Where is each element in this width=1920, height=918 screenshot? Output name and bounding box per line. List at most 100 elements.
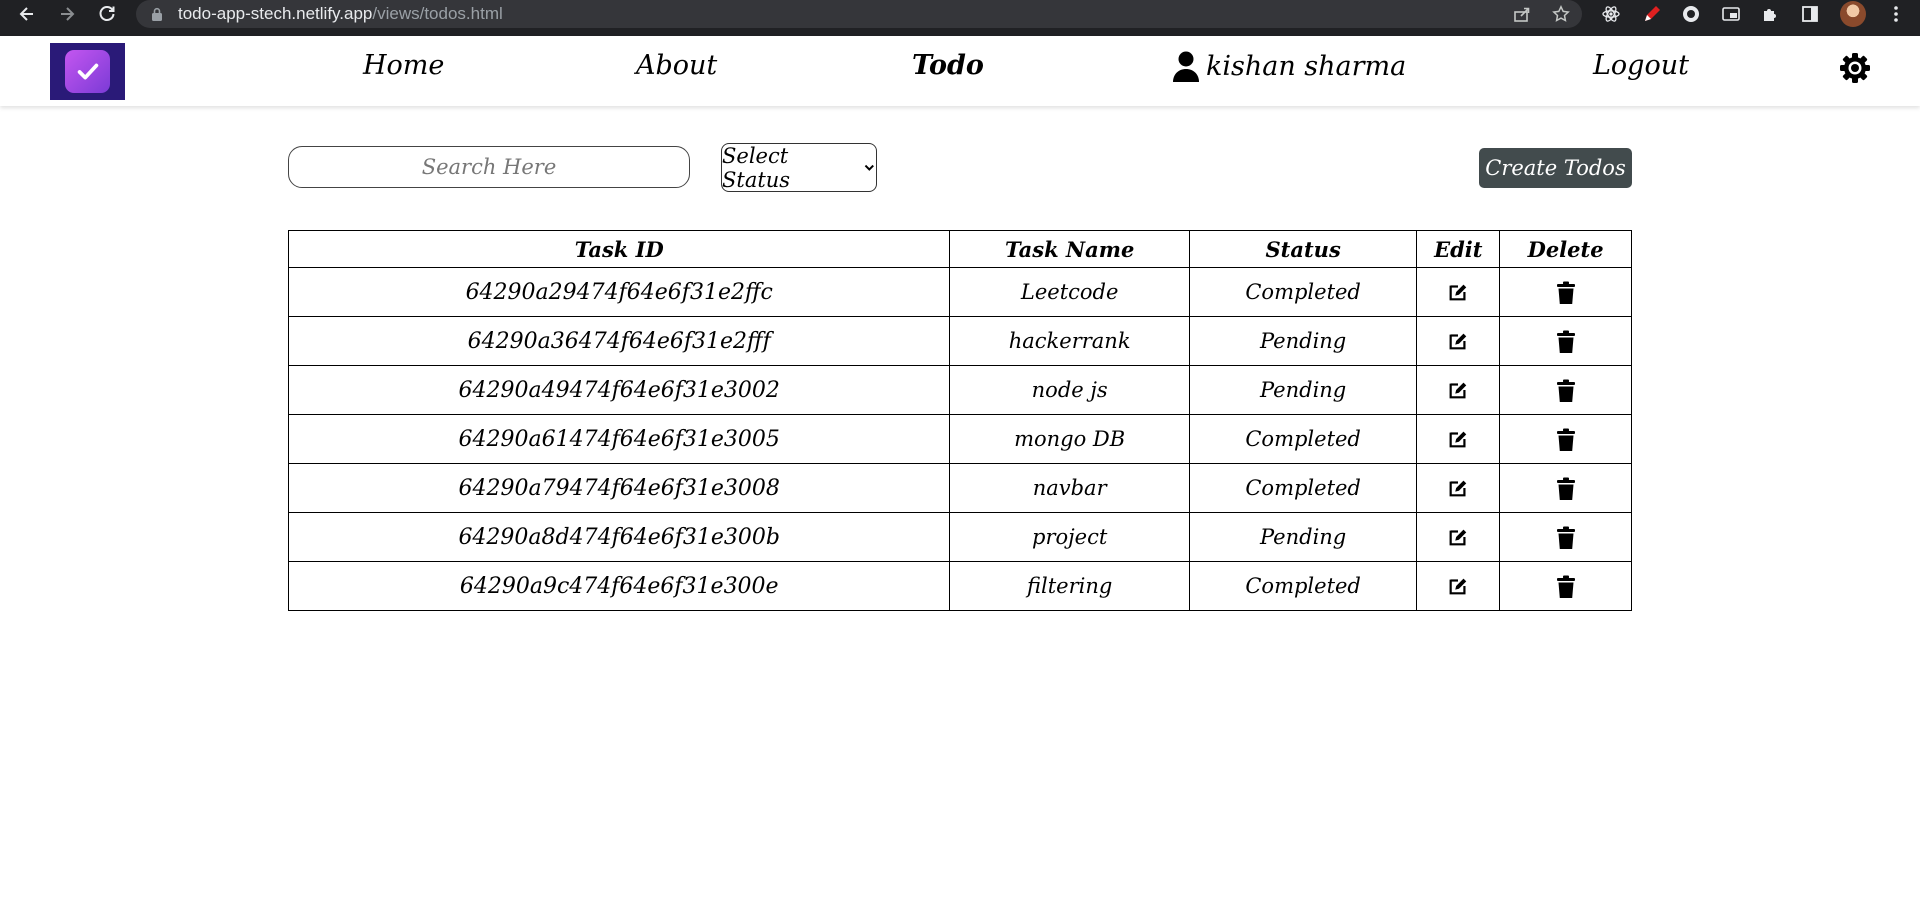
url-host: todo-app-stech.netlify.app (178, 4, 373, 23)
todos-table: Task ID Task Name Status Edit Delete 642… (287, 230, 1632, 611)
task-name-cell: project (949, 512, 1190, 562)
react-devtools-extension-icon[interactable] (1601, 4, 1621, 24)
status-select[interactable]: Select Status (721, 143, 877, 192)
app-logo[interactable] (50, 43, 125, 100)
bookmark-star-icon[interactable] (1552, 5, 1570, 23)
table-row: 64290a61474f64e6f31e3005 mongo DB Complete… (287, 414, 1632, 464)
task-name-cell: mongo DB (949, 414, 1190, 464)
edit-cell (1416, 512, 1501, 562)
edit-cell (1416, 365, 1501, 415)
forward-button[interactable] (53, 0, 81, 28)
theme-toggle-gear-icon[interactable] (1839, 52, 1871, 84)
task-id-cell: 64290a36474f64e6f31e2fff (287, 316, 951, 366)
task-name-cell: filtering (949, 561, 1190, 611)
browser-toolbar: todo-app-stech.netlify.app/views/todos.h… (0, 0, 1920, 36)
reload-icon (99, 6, 115, 21)
edit-cell (1416, 463, 1501, 513)
header-edit: Edit (1416, 230, 1501, 268)
trash-icon[interactable] (1555, 575, 1577, 599)
reload-button[interactable] (93, 0, 121, 28)
trash-icon[interactable] (1555, 379, 1577, 403)
create-todos-button[interactable]: Create Todos (1479, 148, 1632, 188)
trash-icon[interactable] (1555, 526, 1577, 550)
task-name-cell: node js (949, 365, 1190, 415)
table-row: 64290a79474f64e6f31e3008 navbar Completed (287, 463, 1632, 513)
picture-in-picture-icon[interactable] (1721, 4, 1741, 24)
edit-cell (1416, 316, 1501, 366)
table-row: 64290a49474f64e6f31e3002 node js Pending (287, 365, 1632, 415)
trash-icon[interactable] (1555, 281, 1577, 305)
task-name-cell: navbar (949, 463, 1190, 513)
back-button[interactable] (13, 0, 41, 28)
task-id-cell: 64290a79474f64e6f31e3008 (287, 463, 951, 513)
nav-logout-link[interactable]: Logout (1593, 50, 1689, 81)
edit-cell (1416, 267, 1501, 317)
lock-icon (152, 7, 162, 21)
edit-icon[interactable] (1447, 281, 1469, 305)
url-path: /views/todos.html (372, 4, 503, 23)
delete-cell (1499, 414, 1632, 464)
edit-icon[interactable] (1447, 428, 1469, 452)
delete-cell (1499, 561, 1632, 611)
status-select-label: Select Status (722, 143, 791, 192)
edit-cell (1416, 561, 1501, 611)
table-row: 64290a36474f64e6f31e2fff hackerrank Pendin… (287, 316, 1632, 366)
user-icon (1173, 51, 1199, 82)
app-navbar: Home About Todo kishan sharma Logout (0, 36, 1920, 106)
trash-icon[interactable] (1555, 477, 1577, 501)
nav-home-link[interactable]: Home (363, 50, 444, 81)
table-row: 64290a8d474f64e6f31e300b project Pending (287, 512, 1632, 562)
table-row: 64290a9c474f64e6f31e300e filtering Complet… (287, 561, 1632, 611)
edit-icon[interactable] (1447, 477, 1469, 501)
trash-icon[interactable] (1555, 428, 1577, 452)
chevron-down-icon (865, 164, 875, 171)
arrow-right-icon (61, 7, 75, 21)
pen-extension-icon[interactable] (1641, 4, 1661, 24)
url-text: todo-app-stech.netlify.app/views/todos.h… (178, 4, 503, 24)
edit-icon[interactable] (1447, 379, 1469, 403)
table-row: 64290a29474f64e6f31e2ffc Leetcode Complete… (287, 267, 1632, 317)
task-status-cell: Completed (1188, 267, 1418, 317)
checkmark-logo-icon (65, 50, 110, 93)
kebab-menu-icon[interactable] (1886, 4, 1906, 24)
side-panel-icon[interactable] (1800, 4, 1820, 24)
extensions-puzzle-icon[interactable] (1761, 4, 1781, 24)
task-status-cell: Pending (1188, 365, 1418, 415)
task-status-cell: Completed (1188, 561, 1418, 611)
task-name-cell: hackerrank (949, 316, 1190, 366)
edit-icon[interactable] (1447, 575, 1469, 599)
task-id-cell: 64290a9c474f64e6f31e300e (287, 561, 951, 611)
task-id-cell: 64290a49474f64e6f31e3002 (287, 365, 951, 415)
delete-cell (1499, 267, 1632, 317)
search-input[interactable] (288, 146, 690, 188)
task-id-cell: 64290a29474f64e6f31e2ffc (287, 267, 951, 317)
task-status-cell: Pending (1188, 316, 1418, 366)
header-delete: Delete (1499, 230, 1632, 268)
delete-cell (1499, 463, 1632, 513)
nav-todo-link[interactable]: Todo (912, 50, 984, 81)
circle-extension-icon[interactable] (1681, 4, 1701, 24)
share-icon[interactable] (1513, 5, 1531, 23)
trash-icon[interactable] (1555, 330, 1577, 354)
profile-avatar[interactable] (1840, 1, 1866, 27)
delete-cell (1499, 365, 1632, 415)
header-status: Status (1188, 230, 1418, 268)
header-task-id: Task ID (287, 230, 951, 268)
task-id-cell: 64290a61474f64e6f31e3005 (287, 414, 951, 464)
task-name-cell: Leetcode (949, 267, 1190, 317)
header-task-name: Task Name (949, 230, 1190, 268)
task-status-cell: Completed (1188, 463, 1418, 513)
nav-user-link[interactable]: kishan sharma (1172, 50, 1406, 82)
edit-cell (1416, 414, 1501, 464)
nav-about-link[interactable]: About (636, 50, 717, 81)
task-status-cell: Pending (1188, 512, 1418, 562)
user-name: kishan sharma (1206, 50, 1407, 82)
delete-cell (1499, 512, 1632, 562)
table-header-row: Task ID Task Name Status Edit Delete (287, 230, 1632, 268)
address-bar[interactable]: todo-app-stech.netlify.app/views/todos.h… (136, 0, 1582, 28)
edit-icon[interactable] (1447, 330, 1469, 354)
edit-icon[interactable] (1447, 526, 1469, 550)
task-status-cell: Completed (1188, 414, 1418, 464)
delete-cell (1499, 316, 1632, 366)
arrow-left-icon (19, 7, 33, 21)
